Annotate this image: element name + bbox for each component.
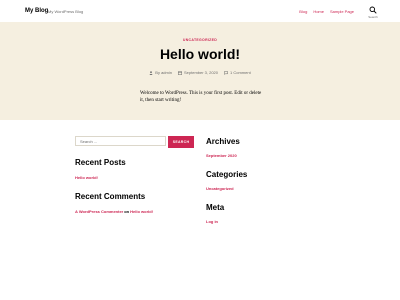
site-description: My WordPress Blog xyxy=(48,9,84,14)
post-date-text[interactable]: September 3, 2020 xyxy=(184,70,218,75)
post-category-link[interactable]: UNCATEGORIZED xyxy=(0,38,400,42)
nav-item-sample-page[interactable]: Sample Page xyxy=(330,9,354,14)
nav-item-home[interactable]: Home xyxy=(313,9,324,14)
widget-area: Search ... SEARCH Recent Posts Hello wor… xyxy=(0,120,400,300)
site-header: My Blog My WordPress Blog Blog Home Samp… xyxy=(0,0,400,22)
login-link[interactable]: Log in xyxy=(206,219,218,224)
post-comments-text[interactable]: 1 Comment xyxy=(230,70,251,75)
comment-post-link[interactable]: Hello world! xyxy=(130,209,153,214)
post-comments: 1 Comment xyxy=(224,70,251,75)
user-icon xyxy=(149,70,153,75)
category-link[interactable]: Uncategorized xyxy=(206,186,234,191)
site-title[interactable]: My Blog xyxy=(25,8,48,14)
post-excerpt: Welcome to WordPress. This is your first… xyxy=(140,91,262,103)
archives-heading: Archives xyxy=(206,137,240,146)
search-toggle-label: Search xyxy=(368,15,378,19)
meta-heading: Meta xyxy=(206,203,225,212)
post-date: September 3, 2020 xyxy=(178,70,218,75)
comment-author-link[interactable]: A WordPress Commenter xyxy=(75,209,123,214)
search-toggle-button[interactable]: Search xyxy=(366,6,380,20)
calendar-icon xyxy=(178,70,182,75)
comment-on-text: on xyxy=(124,209,130,214)
recent-posts-heading: Recent Posts xyxy=(75,158,126,167)
post-title[interactable]: Hello world! xyxy=(0,46,400,62)
post-author-text[interactable]: By admin xyxy=(155,70,172,75)
search-submit-button[interactable]: SEARCH xyxy=(168,136,194,148)
categories-heading: Categories xyxy=(206,170,248,179)
search-form: Search ... SEARCH xyxy=(75,136,194,148)
post-author: By admin xyxy=(149,70,172,75)
post-meta: By admin September 3, 2020 1 Comment xyxy=(0,70,400,75)
nav-item-blog[interactable]: Blog xyxy=(299,9,307,14)
search-icon xyxy=(369,6,377,14)
post-hero: UNCATEGORIZED Hello world! By admin Sept… xyxy=(0,22,400,120)
comment-icon xyxy=(224,70,228,75)
archive-link[interactable]: September 2020 xyxy=(206,153,237,158)
recent-comment-item: A WordPress Commenter on Hello world! xyxy=(75,209,153,214)
search-input[interactable]: Search ... xyxy=(75,136,166,146)
primary-nav: Blog Home Sample Page xyxy=(299,9,354,14)
recent-comments-heading: Recent Comments xyxy=(75,192,146,201)
recent-post-link[interactable]: Hello world! xyxy=(75,175,98,180)
